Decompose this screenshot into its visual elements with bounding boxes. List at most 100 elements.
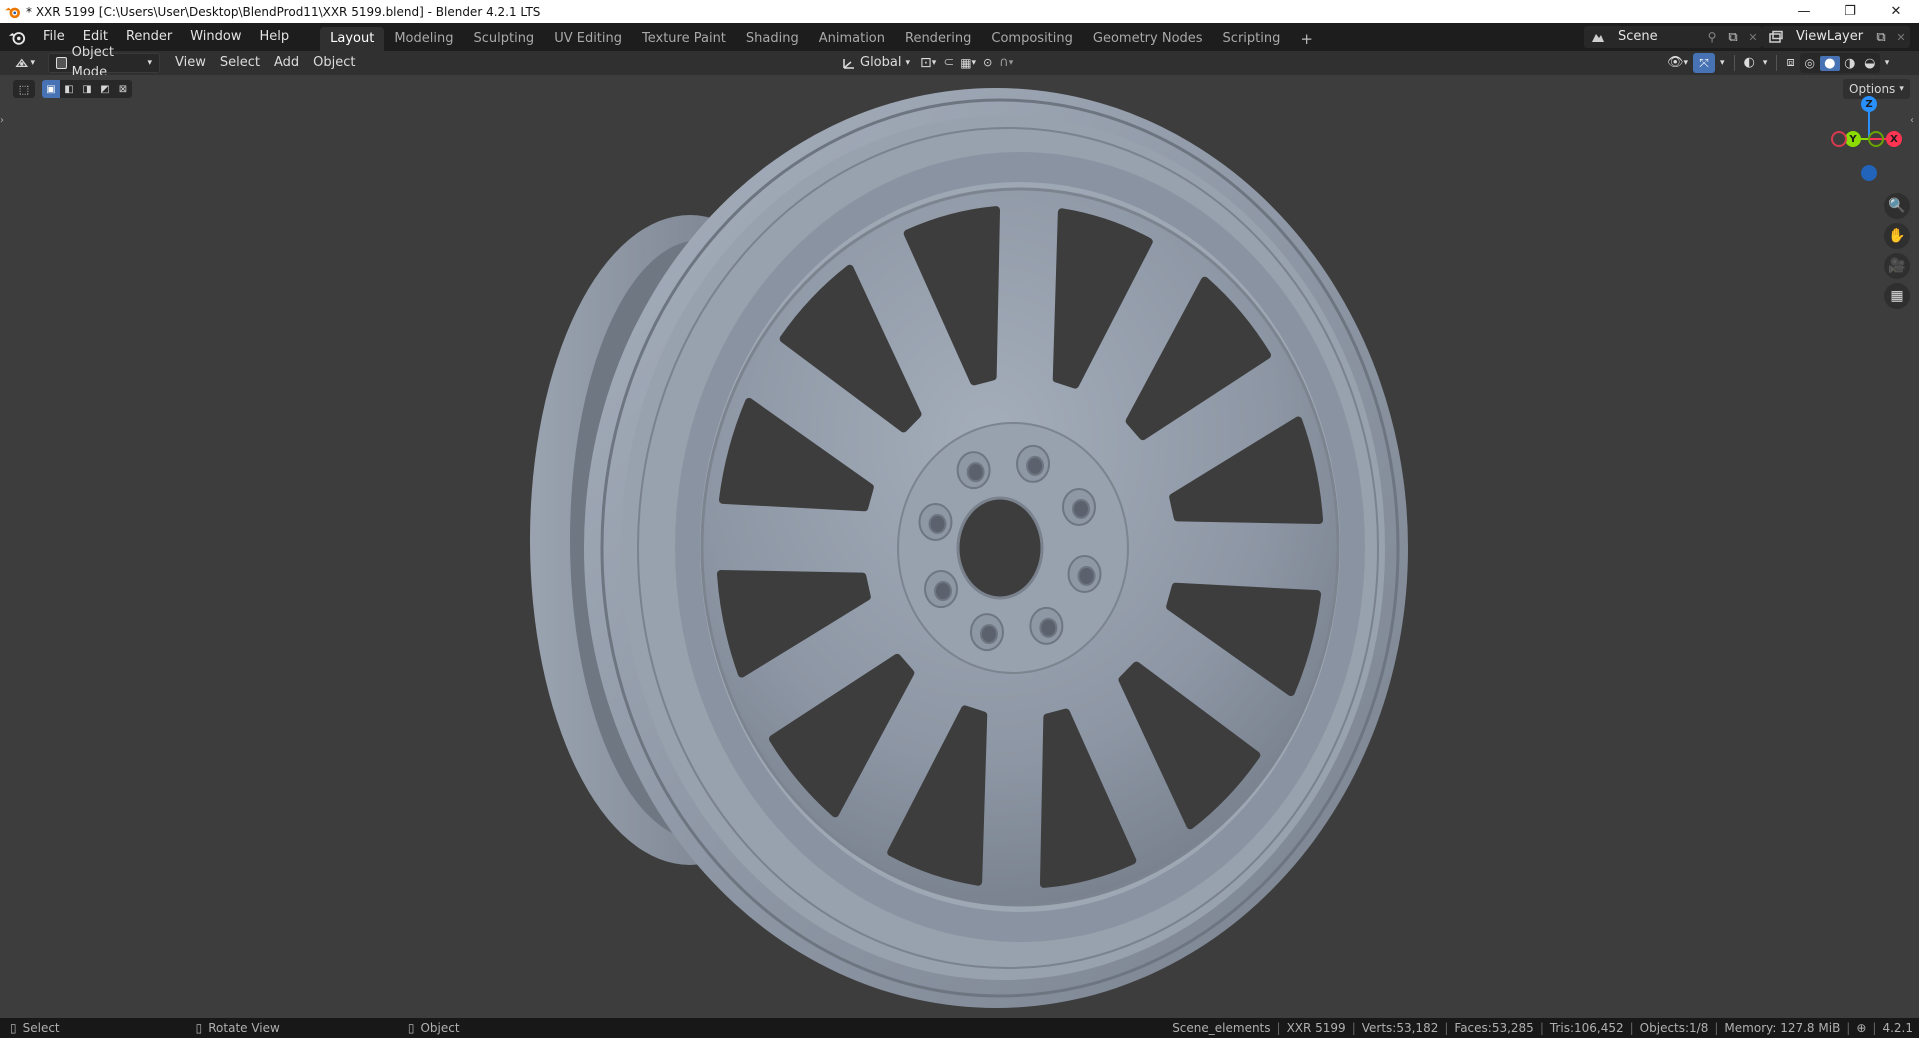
proportional-falloff-dropdown[interactable]: ∩ ▾ <box>996 53 1016 73</box>
duplicate-icon: ⧉ <box>1728 29 1738 45</box>
snap-grid-icon: ▦ <box>960 56 972 70</box>
transform-orientation-dropdown[interactable]: Global ▾ <box>836 53 916 73</box>
blender-logo-icon <box>8 31 26 45</box>
restore-icon: ❐ <box>1844 4 1856 19</box>
hand-icon: ✋ <box>1888 228 1906 244</box>
chevron-down-icon: ▾ <box>1884 58 1890 68</box>
status-hint-object: Object <box>420 1021 460 1035</box>
close-icon: ✕ <box>1896 30 1906 44</box>
lug-bore <box>928 513 947 534</box>
restore-button[interactable]: ❐ <box>1827 0 1873 23</box>
scene-browse-button[interactable] <box>1584 26 1612 48</box>
gizmo-dropdown[interactable]: ▾ <box>1717 53 1728 73</box>
tab-modeling[interactable]: Modeling <box>384 27 463 51</box>
render-layers-icon <box>1769 30 1783 43</box>
viewlayer-browse-button[interactable] <box>1762 26 1790 48</box>
shading-rendered-button[interactable]: ◒ <box>1860 56 1880 71</box>
tab-compositing[interactable]: Compositing <box>981 27 1083 51</box>
perspective-toggle-button[interactable]: ▦ <box>1884 283 1910 309</box>
gizmo-x-axis[interactable]: X <box>1886 131 1902 147</box>
tab-geometry-nodes[interactable]: Geometry Nodes <box>1083 27 1213 51</box>
status-bar: ▯ Select ▯ Rotate View ▯ Object Scene_el… <box>0 1018 1919 1038</box>
gizmo-neg-x-axis[interactable] <box>1831 131 1847 147</box>
gizmo-neg-y-axis[interactable] <box>1868 131 1884 147</box>
shading-wireframe-button[interactable]: ◎ <box>1800 56 1820 70</box>
network-icon: ⊕ <box>1856 1021 1867 1035</box>
pivot-point-icon: ⊡ <box>920 55 932 71</box>
xray-toggle[interactable]: ⧈ <box>1783 53 1797 73</box>
3d-viewport[interactable]: ⬚ ▣ ◧ ◨ ◩ ⊠ Options ▾ › ‹ Z Y X 🔍 ✋ 🎥 ▦ <box>0 75 1919 1018</box>
menu-add[interactable]: Add <box>267 53 306 73</box>
mode-dropdown[interactable]: Object Mode ▾ <box>48 45 160 80</box>
status-version: 4.2.1 <box>1882 1021 1913 1035</box>
zoom-button[interactable]: 🔍 <box>1884 193 1910 219</box>
shading-dropdown[interactable]: ▾ <box>1882 53 1893 73</box>
tab-sculpting[interactable]: Sculpting <box>463 27 544 51</box>
menu-view[interactable]: View <box>168 53 213 73</box>
shading-solid-button[interactable]: ● <box>1819 55 1840 71</box>
blender-logo-icon <box>5 7 20 18</box>
gizmo-z-axis[interactable]: Z <box>1861 96 1877 112</box>
lug-bore <box>1071 498 1090 519</box>
eye-icon: 👁 <box>1667 55 1684 70</box>
minimize-icon: — <box>1797 4 1811 19</box>
menu-object[interactable]: Object <box>306 53 362 73</box>
window-title: * XXR 5199 [C:\Users\User\Desktop\BlendP… <box>26 4 541 19</box>
mouse-left-icon: ▯ <box>10 1021 17 1035</box>
viewlayer-name-field[interactable]: ViewLayer <box>1790 26 1870 48</box>
scene-name-field[interactable]: Scene <box>1612 26 1702 48</box>
top-bar: File Edit Render Window Help Layout Mode… <box>0 23 1919 51</box>
status-verts: Verts:53,182 <box>1361 1021 1439 1035</box>
tab-texture-paint[interactable]: Texture Paint <box>632 27 736 51</box>
status-collection: Scene_elements <box>1172 1021 1271 1035</box>
minimize-button[interactable]: — <box>1781 0 1827 23</box>
snap-target-dropdown[interactable]: ▦ ▾ <box>957 53 979 73</box>
add-workspace-button[interactable]: + <box>1290 27 1323 51</box>
menu-select[interactable]: Select <box>213 53 267 73</box>
menu-file[interactable]: File <box>34 26 74 48</box>
lug-bore <box>966 462 985 483</box>
shading-material-button[interactable]: ◑ <box>1840 56 1860 71</box>
blender-menu-button[interactable] <box>0 26 34 48</box>
close-icon: ✕ <box>1890 4 1902 19</box>
visibility-dropdown[interactable]: 👁 ▾ <box>1664 53 1691 73</box>
tab-shading[interactable]: Shading <box>736 27 809 51</box>
tab-animation[interactable]: Animation <box>809 27 895 51</box>
pan-button[interactable]: ✋ <box>1884 223 1910 249</box>
pin-scene-button[interactable]: ⚲ <box>1702 26 1722 48</box>
tab-uv-editing[interactable]: UV Editing <box>544 27 632 51</box>
delete-scene-button[interactable]: ✕ <box>1744 26 1762 48</box>
overlays-toggle[interactable]: ◐ <box>1741 53 1758 73</box>
material-sphere-icon: ◑ <box>1844 55 1856 71</box>
falloff-curve-icon: ∩ <box>999 55 1009 70</box>
lug-bore <box>934 581 953 602</box>
menu-window[interactable]: Window <box>181 26 250 48</box>
navigation-gizmo[interactable]: Z Y X <box>1830 91 1910 181</box>
gizmo-neg-z-axis[interactable] <box>1861 165 1877 181</box>
status-objects: Objects:1/8 <box>1639 1021 1709 1035</box>
tab-rendering[interactable]: Rendering <box>895 27 981 51</box>
new-scene-button[interactable]: ⧉ <box>1722 26 1744 48</box>
delete-viewlayer-button[interactable]: ✕ <box>1892 26 1910 48</box>
gizmo-y-axis[interactable]: Y <box>1845 131 1861 147</box>
gizmo-toggle[interactable]: ⤧ <box>1693 53 1716 73</box>
lug-bore <box>1077 566 1096 587</box>
status-hint-rotate: Rotate View <box>208 1021 280 1035</box>
pivot-point-dropdown[interactable]: ⊡ ▾ <box>916 53 940 73</box>
window-titlebar: * XXR 5199 [C:\Users\User\Desktop\BlendP… <box>0 0 1919 23</box>
camera-view-button[interactable]: 🎥 <box>1884 253 1910 279</box>
chevron-down-icon: ▾ <box>1762 58 1768 68</box>
gizmo-icon: ⤧ <box>1699 55 1709 70</box>
new-viewlayer-button[interactable]: ⧉ <box>1870 26 1892 48</box>
editor-type-button[interactable]: ▾ <box>8 53 42 73</box>
proportional-edit-toggle[interactable]: ⊙ <box>979 53 996 73</box>
tab-scripting[interactable]: Scripting <box>1213 27 1291 51</box>
overlays-dropdown[interactable]: ▾ <box>1760 53 1771 73</box>
3d-viewport-icon <box>15 58 29 67</box>
orientation-global-icon <box>843 59 854 69</box>
tab-layout[interactable]: Layout <box>320 27 385 51</box>
close-window-button[interactable]: ✕ <box>1873 0 1919 23</box>
snap-toggle[interactable]: ⊂ <box>940 53 957 73</box>
menu-help[interactable]: Help <box>251 26 299 48</box>
camera-icon: 🎥 <box>1888 258 1906 274</box>
